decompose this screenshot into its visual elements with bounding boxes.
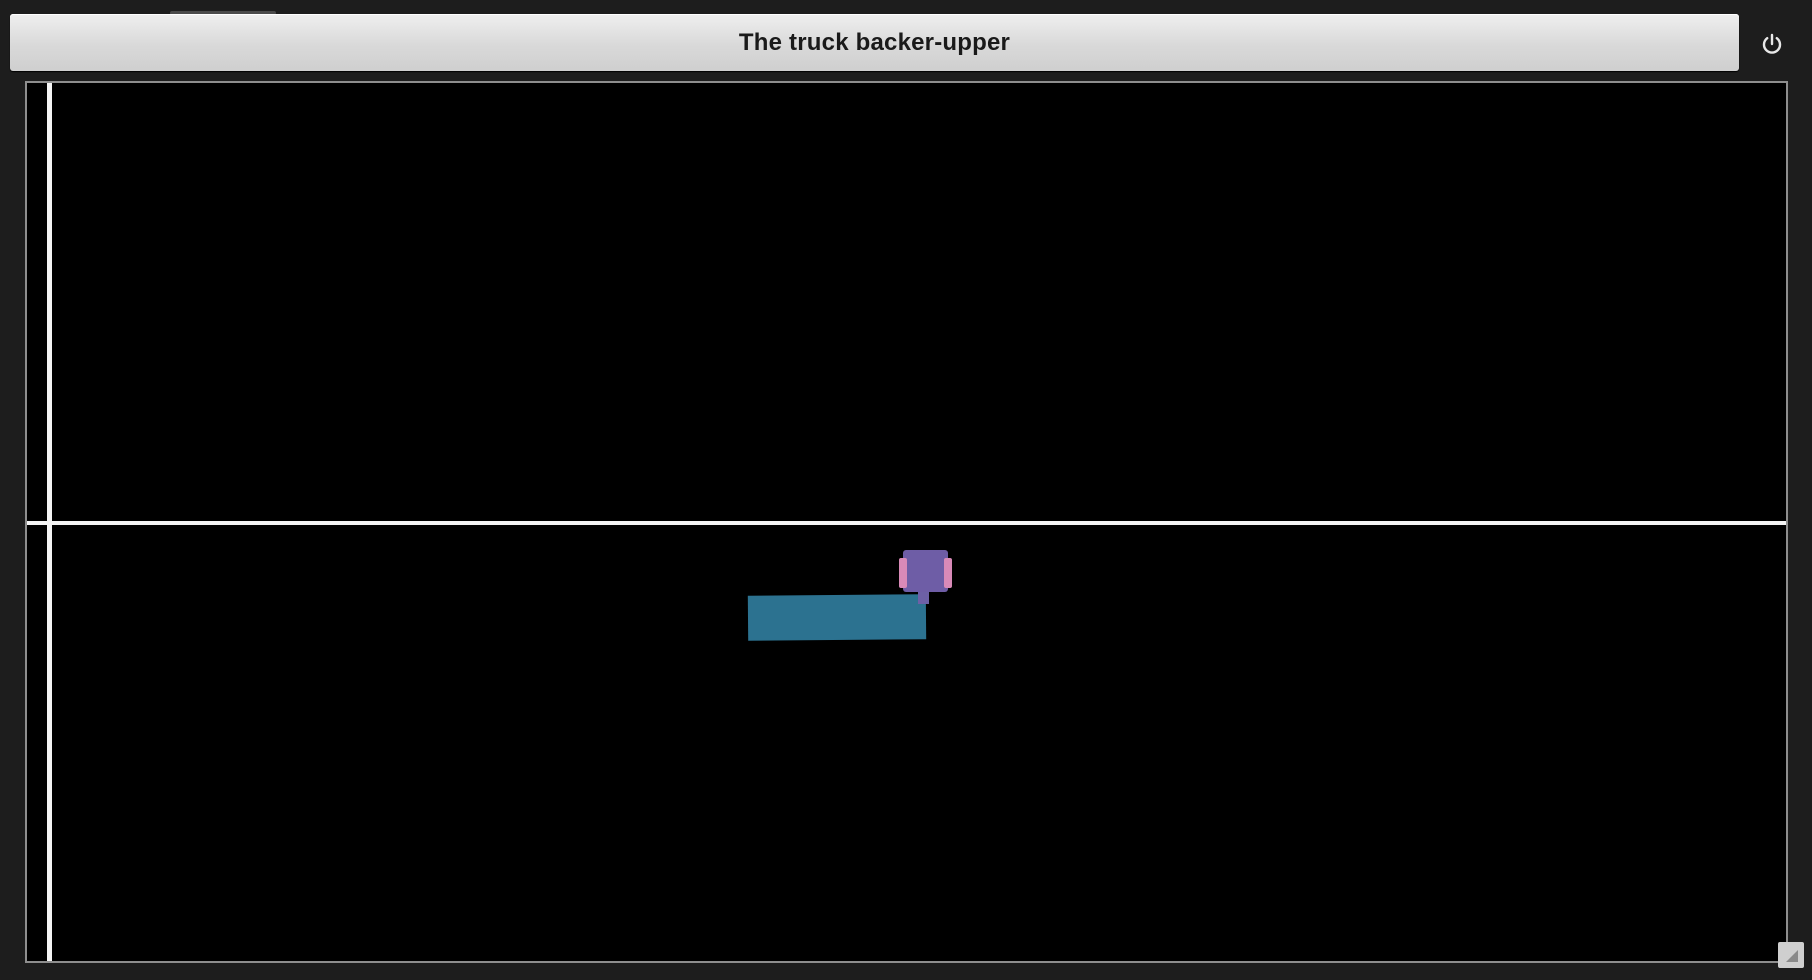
window-title: The truck backer-upper xyxy=(738,28,1011,56)
title-bar: The truck backer-upper xyxy=(10,14,1739,71)
cab-wheel-left xyxy=(899,558,907,588)
resize-handle[interactable] xyxy=(1778,942,1804,968)
truck-cab xyxy=(903,550,948,592)
truck-trailer xyxy=(747,594,927,641)
target-axis-line xyxy=(27,521,1786,525)
simulation-canvas[interactable] xyxy=(25,81,1788,963)
power-button[interactable] xyxy=(1752,24,1792,64)
app-window: The truck backer-upper xyxy=(0,0,1812,980)
cab-wheel-right xyxy=(944,558,952,588)
power-icon xyxy=(1762,33,1782,54)
resize-grip-icon xyxy=(1786,950,1798,962)
